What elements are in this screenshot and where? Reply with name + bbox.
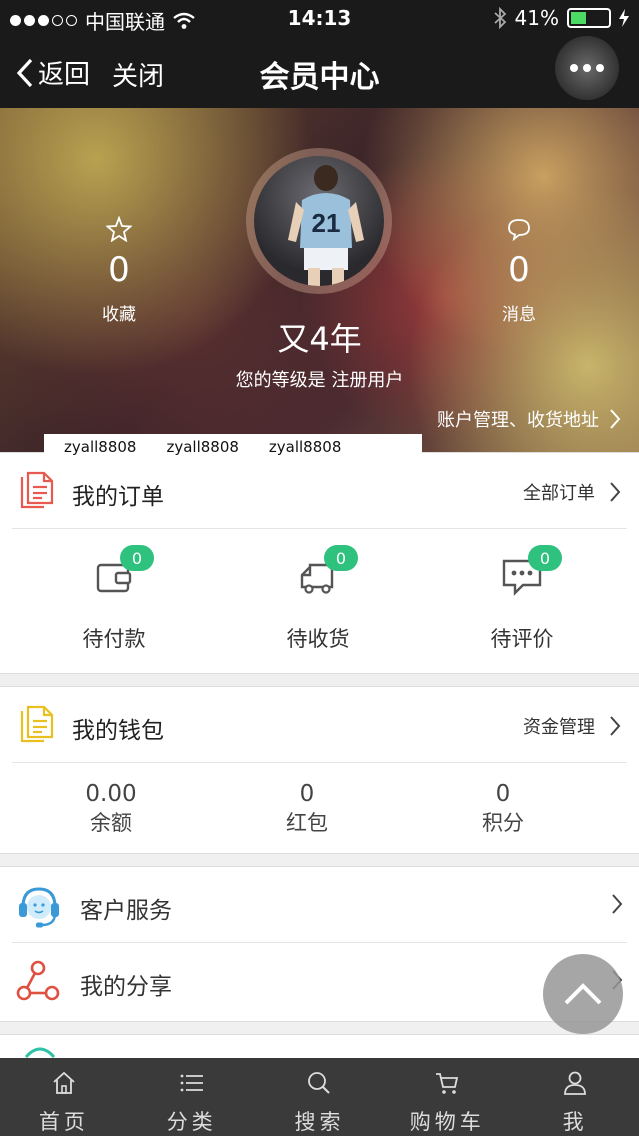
charging-icon [619, 9, 629, 27]
home-icon [53, 1071, 75, 1094]
points-label: 积分 [482, 811, 524, 835]
pending-review-badge: 0 [528, 545, 562, 571]
fund-management-link[interactable]: 资金管理 [523, 713, 621, 739]
list-icon [180, 1074, 203, 1092]
headset-icon [19, 887, 59, 928]
tab-cart[interactable]: 购物车 [383, 1058, 511, 1136]
tab-home[interactable]: 首页 [0, 1058, 128, 1136]
chevron-right-icon [610, 716, 621, 736]
wallet-points[interactable]: 0 积分 [413, 781, 593, 837]
wallet-red-packet[interactable]: 0 红包 [217, 781, 397, 837]
bluetooth-icon [493, 7, 506, 29]
points-value: 0 [495, 781, 511, 807]
pending-delivery-badge: 0 [324, 545, 358, 571]
fund-management-label: 资金管理 [523, 717, 595, 738]
top-bar: 中国联通 14:13 41% 返回 关闭 会员中心 [0, 0, 639, 108]
customer-service-label: 客户服务 [80, 898, 172, 924]
tab-category-label: 分类 [166, 1110, 217, 1134]
share-icon [16, 960, 60, 1001]
tab-search[interactable]: 搜索 [256, 1058, 384, 1136]
orders-card: 我的订单 全部订单 0 待付款 0 待收货 0 待评价 [0, 452, 639, 674]
bottom-tab-bar: 首页 分类 搜索 购物车 我 [0, 1058, 639, 1136]
tab-cart-label: 购物车 [409, 1110, 485, 1134]
wallet-header[interactable]: 我的钱包 资金管理 [12, 687, 627, 763]
watermark-text: zyall8808 [166, 438, 239, 456]
message-bubble-icon [508, 219, 530, 242]
wallet-balance[interactable]: 0.00 余额 [21, 781, 201, 837]
tab-search-label: 搜索 [294, 1110, 345, 1134]
page-title: 会员中心 [259, 60, 380, 95]
cart-icon [436, 1073, 459, 1094]
balance-value: 0.00 [85, 781, 137, 807]
pending-payment-label: 待付款 [82, 627, 146, 651]
more-options-button[interactable] [555, 36, 619, 100]
order-pending-delivery[interactable]: 0 待收货 [228, 545, 408, 653]
wallet-document-icon [20, 705, 54, 743]
order-pending-payment[interactable]: 0 待付款 [24, 545, 204, 653]
order-pending-review[interactable]: 0 待评价 [432, 545, 612, 653]
member-center-page: 中国联通 14:13 41% 返回 关闭 会员中心 0 收藏 21 0 消息 又… [0, 0, 639, 1136]
back-to-top-button[interactable] [543, 954, 623, 1034]
my-share-row[interactable]: 我的分享 [12, 943, 627, 1019]
jersey-number: 21 [312, 208, 341, 238]
status-bar: 中国联通 14:13 41% [0, 0, 639, 36]
favorites-count: 0 [108, 250, 130, 290]
avatar[interactable]: 21 [254, 156, 384, 286]
chevron-right-icon [610, 482, 621, 502]
messages-count: 0 [508, 250, 530, 290]
star-icon [106, 216, 132, 242]
avatar-ring: 21 [246, 148, 392, 294]
battery-fill [571, 12, 586, 24]
red-packet-value: 0 [299, 781, 315, 807]
customer-service-row[interactable]: 客户服务 [12, 867, 627, 943]
pending-payment-badge: 0 [120, 545, 154, 571]
chevron-right-icon [612, 894, 623, 914]
pending-delivery-label: 待收货 [286, 627, 350, 651]
battery-percent: 41% [514, 6, 559, 30]
search-icon [308, 1072, 331, 1094]
status-right: 41% [493, 6, 629, 30]
all-orders-link[interactable]: 全部订单 [523, 479, 621, 505]
orders-header[interactable]: 我的订单 全部订单 [12, 453, 627, 529]
my-share-label: 我的分享 [80, 974, 172, 1000]
watermark: zyall8808 zyall8808 zyall8808 [44, 434, 422, 460]
profile-header: 0 收藏 21 0 消息 又4年 您的等级是 注册用户 账户管理、收货地址 [0, 108, 639, 452]
account-management-link[interactable]: 账户管理、收货地址 [437, 406, 621, 432]
chevron-right-icon [610, 409, 621, 429]
nav-bar: 返回 关闭 会员中心 [0, 36, 639, 108]
order-document-icon [20, 471, 54, 509]
watermark-text: zyall8808 [64, 438, 137, 456]
more-dots-icon [570, 64, 578, 72]
battery-icon [567, 8, 611, 28]
orders-title: 我的订单 [72, 484, 164, 510]
wallet-card: 我的钱包 资金管理 0.00 余额 0 红包 0 积分 [0, 686, 639, 854]
balance-label: 余额 [90, 811, 132, 835]
username: 又4年 [277, 320, 362, 358]
pending-review-label: 待评价 [490, 627, 554, 651]
tab-me[interactable]: 我 [511, 1058, 639, 1136]
tab-home-label: 首页 [38, 1110, 89, 1134]
red-packet-label: 红包 [286, 811, 328, 835]
watermark-text: zyall8808 [268, 438, 342, 456]
account-link-label: 账户管理、收货地址 [437, 410, 599, 431]
favorites-stat[interactable]: 0 收藏 [59, 216, 179, 325]
tab-me-label: 我 [562, 1110, 588, 1134]
messages-stat[interactable]: 0 消息 [459, 216, 579, 325]
tab-category[interactable]: 分类 [128, 1058, 256, 1136]
member-level: 您的等级是 注册用户 [235, 370, 404, 391]
wallet-title: 我的钱包 [72, 718, 164, 744]
all-orders-label: 全部订单 [523, 483, 595, 504]
avatar-photo: 21 [288, 165, 364, 286]
chevron-up-icon [564, 983, 602, 1005]
user-icon [564, 1071, 586, 1095]
